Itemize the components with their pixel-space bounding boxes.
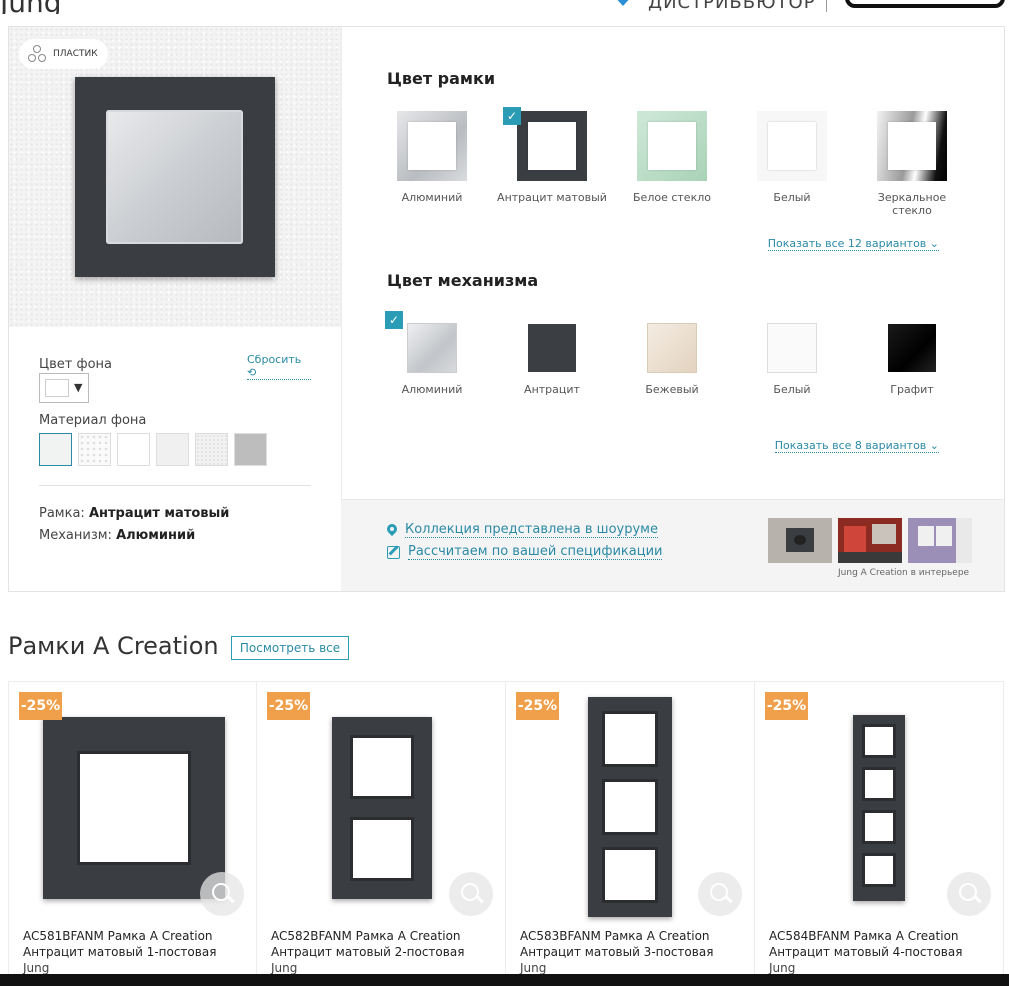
interior-thumbnails bbox=[768, 518, 972, 563]
distributor-label: ДИСТРИБЬЮТОР bbox=[648, 0, 816, 13]
mech-swatch-white[interactable]: Белый bbox=[737, 313, 847, 396]
bottom-overlay-bar bbox=[0, 974, 1009, 986]
interior-thumb[interactable] bbox=[768, 518, 832, 563]
zoom-icon[interactable] bbox=[449, 872, 493, 916]
product-image[interactable] bbox=[588, 697, 672, 917]
frame-swatch-white-glass[interactable]: Белое стекло bbox=[617, 111, 727, 217]
preview-frame bbox=[75, 77, 275, 277]
product-card[interactable]: -25% AC581BFANM Рамка A Creation Антраци… bbox=[8, 681, 257, 981]
bg-material-options bbox=[39, 433, 267, 466]
summary-mech-value: Алюминий bbox=[116, 528, 196, 543]
product-card[interactable]: -25% AC584BFANM Рамка A Creation Антраци… bbox=[755, 681, 1004, 981]
caret-down-icon: ▼ bbox=[74, 381, 83, 394]
jung-logo bbox=[845, 0, 1005, 8]
material-badge: ПЛАСТИК bbox=[19, 39, 108, 69]
summary-mech-label: Механизм: bbox=[39, 528, 112, 543]
product-title[interactable]: AC581BFANM Рамка A Creation Антрацит мат… bbox=[23, 928, 248, 976]
discount-badge: -25% bbox=[267, 692, 310, 720]
mech-swatch-anthracite[interactable]: Антрацит bbox=[497, 313, 607, 396]
discount-badge: -25% bbox=[765, 692, 808, 720]
bg-material-option[interactable] bbox=[156, 433, 189, 466]
frame-swatch-anthracite[interactable]: ✓ Антрацит матовый bbox=[497, 107, 607, 217]
site-brand: Jung bbox=[0, 0, 62, 14]
discount-badge: -25% bbox=[516, 692, 559, 720]
frame-swatch-aluminium[interactable]: Алюминий bbox=[377, 111, 487, 217]
edit-icon bbox=[387, 545, 400, 559]
material-badge-label: ПЛАСТИК bbox=[53, 49, 98, 59]
bg-material-label: Материал фона bbox=[39, 413, 147, 428]
check-icon: ✓ bbox=[385, 311, 403, 329]
preview-area: ПЛАСТИК bbox=[9, 27, 341, 327]
bg-color-label: Цвет фона bbox=[39, 357, 112, 372]
configurator-panel: ПЛАСТИК Цвет фона Сбросить ⟲ ▼ Материал … bbox=[8, 26, 1005, 592]
product-title[interactable]: AC584BFANM Рамка A Creation Антрацит мат… bbox=[769, 928, 994, 976]
discount-badge: -25% bbox=[19, 692, 62, 720]
bg-material-option[interactable] bbox=[78, 433, 111, 466]
mech-show-all-link[interactable]: Показать все 8 вариантов ⌄ bbox=[774, 439, 939, 453]
preview-mechanism bbox=[106, 110, 243, 244]
material-icon bbox=[27, 44, 47, 64]
site-header: Jung ДИСТРИБЬЮТОР bbox=[0, 0, 1009, 14]
spec-link[interactable]: Рассчитаем по вашей спецификации bbox=[387, 544, 663, 560]
bg-material-option[interactable] bbox=[195, 433, 228, 466]
bg-material-option[interactable] bbox=[117, 433, 150, 466]
related-section-title: Рамки A Creation bbox=[8, 632, 219, 660]
bg-color-swatch bbox=[45, 379, 69, 397]
zoom-icon[interactable] bbox=[698, 872, 742, 916]
header-divider bbox=[826, 0, 827, 12]
bg-material-option[interactable] bbox=[234, 433, 267, 466]
product-image[interactable] bbox=[853, 715, 905, 901]
zoom-icon[interactable] bbox=[200, 872, 244, 916]
bg-color-select[interactable]: ▼ bbox=[39, 373, 89, 403]
product-list: -25% AC581BFANM Рамка A Creation Антраци… bbox=[8, 681, 1005, 981]
frame-show-all-link[interactable]: Показать все 12 вариантов ⌄ bbox=[767, 237, 939, 251]
product-image[interactable] bbox=[43, 717, 225, 899]
mech-swatch-aluminium[interactable]: ✓ Алюминий bbox=[377, 311, 487, 396]
interior-thumb[interactable] bbox=[908, 518, 972, 563]
see-all-button[interactable]: Посмотреть все bbox=[231, 636, 349, 660]
background-controls: Цвет фона Сбросить ⟲ ▼ Материал фона Рам… bbox=[39, 353, 311, 543]
mech-color-title: Цвет механизма bbox=[387, 271, 539, 290]
color-options: Цвет рамки Алюминий ✓ Антрацит матовый Б… bbox=[341, 27, 1004, 499]
product-card[interactable]: -25% AC583BFANM Рамка A Creation Антраци… bbox=[506, 681, 755, 981]
mech-color-swatches: ✓ Алюминий Антрацит Бежевый Белый Графит bbox=[377, 311, 967, 396]
zoom-icon[interactable] bbox=[947, 872, 991, 916]
frame-swatch-white[interactable]: Белый bbox=[737, 111, 847, 217]
map-pin-icon bbox=[387, 524, 397, 537]
mech-swatch-beige[interactable]: Бежевый bbox=[617, 313, 727, 396]
interior-thumb[interactable] bbox=[838, 518, 902, 563]
check-icon: ✓ bbox=[503, 107, 521, 125]
summary-frame-value: Антрацит матовый bbox=[88, 506, 230, 521]
divider bbox=[39, 485, 311, 486]
frame-color-swatches: Алюминий ✓ Антрацит матовый Белое стекло… bbox=[377, 107, 967, 217]
info-strip: Коллекция представлена в шоуруме Рассчит… bbox=[341, 499, 1004, 591]
summary-frame-label: Рамка: bbox=[39, 506, 85, 521]
product-title[interactable]: AC582BFANM Рамка A Creation Антрацит мат… bbox=[271, 928, 496, 976]
mech-swatch-graphite[interactable]: Графит bbox=[857, 313, 967, 396]
product-image[interactable] bbox=[332, 717, 432, 899]
reset-button[interactable]: Сбросить ⟲ bbox=[247, 353, 311, 380]
product-title[interactable]: AC583BFANM Рамка A Creation Антрацит мат… bbox=[520, 928, 745, 976]
frame-swatch-mirror[interactable]: Зеркальное стекло bbox=[857, 111, 967, 217]
interior-caption: Jung A Creation в интерьере bbox=[838, 568, 970, 578]
product-card[interactable]: -25% AC582BFANM Рамка A Creation Антраци… bbox=[257, 681, 506, 981]
distributor-icon bbox=[612, 0, 634, 6]
showroom-link[interactable]: Коллекция представлена в шоуруме bbox=[387, 522, 658, 538]
selection-summary: Рамка: Антрацит матовый Механизм: Алюмин… bbox=[39, 503, 229, 547]
frame-color-title: Цвет рамки bbox=[387, 69, 496, 88]
bg-material-option[interactable] bbox=[39, 433, 72, 466]
